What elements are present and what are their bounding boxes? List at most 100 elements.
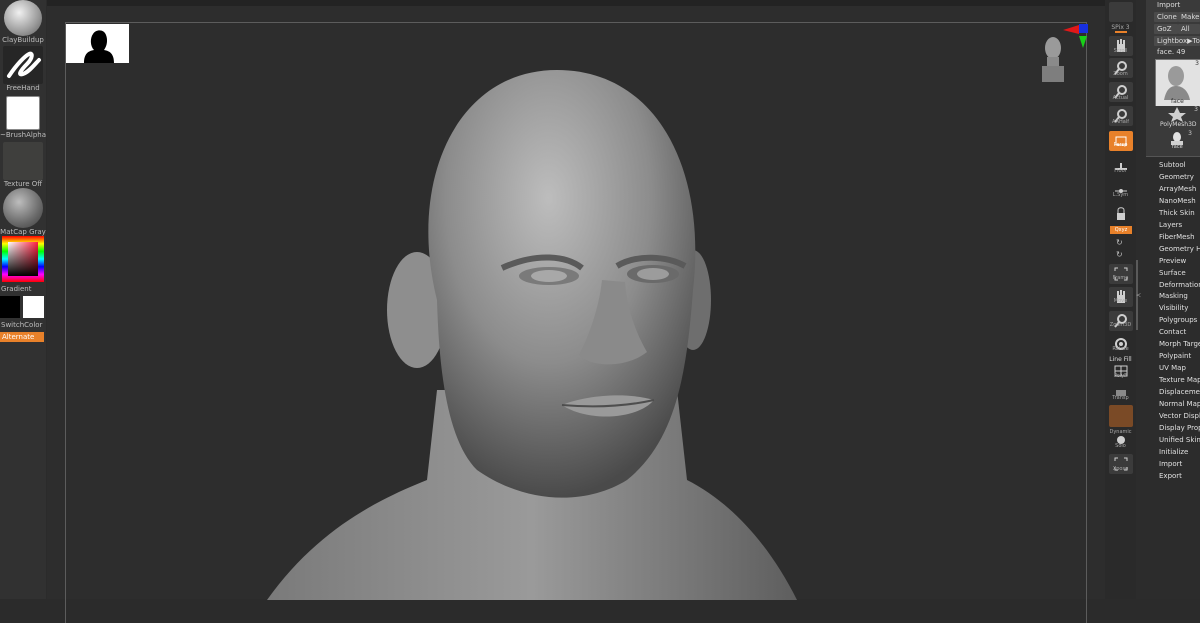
face-thumb-icon xyxy=(1164,66,1190,100)
reference-image[interactable] xyxy=(66,24,129,63)
xpose-label: Xpose xyxy=(1112,466,1129,472)
texture-label: Texture Off xyxy=(3,180,43,188)
left-shelf: ClayBuildup FreeHand ~BrushAlpha Texture… xyxy=(0,0,46,599)
spix-slider[interactable] xyxy=(1115,31,1127,33)
menu-displacement-map[interactable]: Displacement Map xyxy=(1159,388,1200,396)
tool-thumb-small[interactable]: 3 face xyxy=(1162,130,1192,152)
transp-button[interactable] xyxy=(1109,384,1133,404)
lock-button[interactable] xyxy=(1109,204,1133,224)
color-square[interactable] xyxy=(8,242,38,276)
clone-button[interactable]: Clone xyxy=(1154,12,1178,22)
document-canvas[interactable] xyxy=(47,0,1105,623)
menu-polypaint[interactable]: Polypaint xyxy=(1159,352,1200,360)
floor-label: Floor xyxy=(1114,168,1127,174)
make-polymesh-button[interactable]: Make F xyxy=(1178,12,1200,22)
bpr-button[interactable] xyxy=(1109,2,1133,22)
menu-fibermesh[interactable]: FiberMesh xyxy=(1159,233,1200,241)
menu-geometry[interactable]: Geometry xyxy=(1159,173,1200,181)
menu-arraymesh[interactable]: ArrayMesh xyxy=(1159,185,1200,193)
secondary-color-swatch[interactable] xyxy=(23,296,44,318)
menu-subtool[interactable]: Subtool xyxy=(1159,161,1200,169)
menu-nanomesh[interactable]: NanoMesh xyxy=(1159,197,1200,205)
primary-color-swatch[interactable] xyxy=(0,296,20,318)
menu-preview[interactable]: Preview xyxy=(1159,257,1200,265)
scroll-label: Scroll xyxy=(1113,48,1128,54)
transp-label: Transp xyxy=(1112,395,1129,401)
freehand-stroke-icon xyxy=(7,51,41,78)
brush-label: ClayBuildup xyxy=(2,36,44,44)
alternate-button[interactable]: Alternate xyxy=(0,332,44,342)
menu-export[interactable]: Export xyxy=(1159,472,1200,480)
material-thumbnail[interactable] xyxy=(3,188,43,228)
all-button[interactable]: All xyxy=(1178,24,1200,34)
current-tool-name: face. 49 xyxy=(1157,48,1186,56)
tool-thumb-polymesh-label: PolyMesh3D xyxy=(1160,121,1197,128)
right-shelf: SPix 3 Scroll Zoom Actual AAHalf Persp F… xyxy=(1105,0,1136,599)
tool-thumb-polymesh[interactable]: 3 PolyMesh3D xyxy=(1155,106,1199,130)
persp-button[interactable] xyxy=(1109,131,1133,151)
solo-button[interactable] xyxy=(1109,432,1133,452)
aahalf-label: AAHalf xyxy=(1112,119,1129,125)
sculpted-head-model[interactable] xyxy=(207,60,927,600)
frame-label: Frame xyxy=(1112,275,1129,281)
tool-thumb-small-label: face xyxy=(1172,144,1183,150)
panel-separator xyxy=(1146,156,1200,157)
polyf-button[interactable] xyxy=(1109,362,1133,382)
alpha-thumbnail[interactable] xyxy=(6,96,40,130)
lightbox-tools-button[interactable]: Lightbox▶Tools xyxy=(1154,36,1200,46)
stroke-thumbnail[interactable] xyxy=(3,46,43,84)
goz-button[interactable]: GoZ xyxy=(1154,24,1178,34)
stroke-label: FreeHand xyxy=(6,84,40,92)
menu-uv-map[interactable]: UV Map xyxy=(1159,364,1200,372)
alternate-label: Alternate xyxy=(2,333,35,341)
menu-initialize[interactable]: Initialize xyxy=(1159,448,1200,456)
menu-texture-map[interactable]: Texture Map xyxy=(1159,376,1200,384)
rotate-y-icon[interactable]: ↻ xyxy=(1116,238,1126,248)
tool-thumb-polymesh-count: 3 xyxy=(1194,106,1198,113)
qxyz-button[interactable]: Qxyz xyxy=(1110,226,1132,234)
menu-deformation[interactable]: Deformation xyxy=(1159,281,1200,289)
zoom-label: Zoom xyxy=(1113,71,1128,77)
menu-visibility[interactable]: Visibility xyxy=(1159,304,1200,312)
star-icon xyxy=(1168,107,1186,122)
persp-label: Persp xyxy=(1113,142,1128,148)
rotate-z-icon[interactable]: ↻ xyxy=(1116,250,1126,260)
menu-surface[interactable]: Surface xyxy=(1159,269,1200,277)
axis-gizmo[interactable] xyxy=(1059,22,1089,54)
menu-masking[interactable]: Masking xyxy=(1159,292,1200,300)
menu-contact[interactable]: Contact xyxy=(1159,328,1200,336)
menu-normal-map[interactable]: Normal Map xyxy=(1159,400,1200,408)
gradient-label: Gradient xyxy=(1,285,32,293)
canvas-top-bar xyxy=(47,0,1105,6)
panel-collapse-arrow[interactable]: ≺ xyxy=(1136,292,1141,299)
color-picker[interactable] xyxy=(2,236,44,282)
menu-polygroups[interactable]: Polygroups xyxy=(1159,316,1200,324)
menu-display-properties[interactable]: Display Properties xyxy=(1159,424,1200,432)
brush-thumbnail[interactable] xyxy=(4,0,42,36)
menu-unified-skin[interactable]: Unified Skin xyxy=(1159,436,1200,444)
switchcolor-label[interactable]: SwitchColor xyxy=(0,321,47,329)
tool-thumb-face-label: face xyxy=(1171,98,1184,105)
axis-icon xyxy=(1063,24,1088,48)
tool-thumb-small-count: 3 xyxy=(1188,130,1192,137)
menu-vector-displacement[interactable]: Vector Displacement xyxy=(1159,412,1200,420)
solo-label: Solo xyxy=(1115,443,1126,449)
alpha-label: ~BrushAlpha xyxy=(0,131,46,139)
spix-label: SPix 3 xyxy=(1111,24,1130,31)
menu-layers[interactable]: Layers xyxy=(1159,221,1200,229)
frame-button[interactable] xyxy=(1109,264,1133,284)
silhouette-icon xyxy=(84,30,114,63)
menu-import[interactable]: Import xyxy=(1159,460,1200,468)
ghost-button[interactable] xyxy=(1109,405,1133,427)
move-button[interactable] xyxy=(1109,287,1133,307)
lsym-label: L.Sym xyxy=(1112,192,1129,198)
menu-thick-skin[interactable]: Thick Skin xyxy=(1159,209,1200,217)
texture-thumbnail[interactable] xyxy=(3,142,43,180)
import-button[interactable]: Import xyxy=(1154,0,1200,10)
zoom3d-button[interactable] xyxy=(1109,311,1133,331)
tool-thumb-face[interactable]: 3 face xyxy=(1155,59,1200,107)
menu-morph-target[interactable]: Morph Target xyxy=(1159,340,1200,348)
rotate-label: Rotate xyxy=(1112,346,1129,352)
move-label: Move xyxy=(1113,298,1128,304)
menu-geometry-hd[interactable]: Geometry HD xyxy=(1159,245,1200,253)
